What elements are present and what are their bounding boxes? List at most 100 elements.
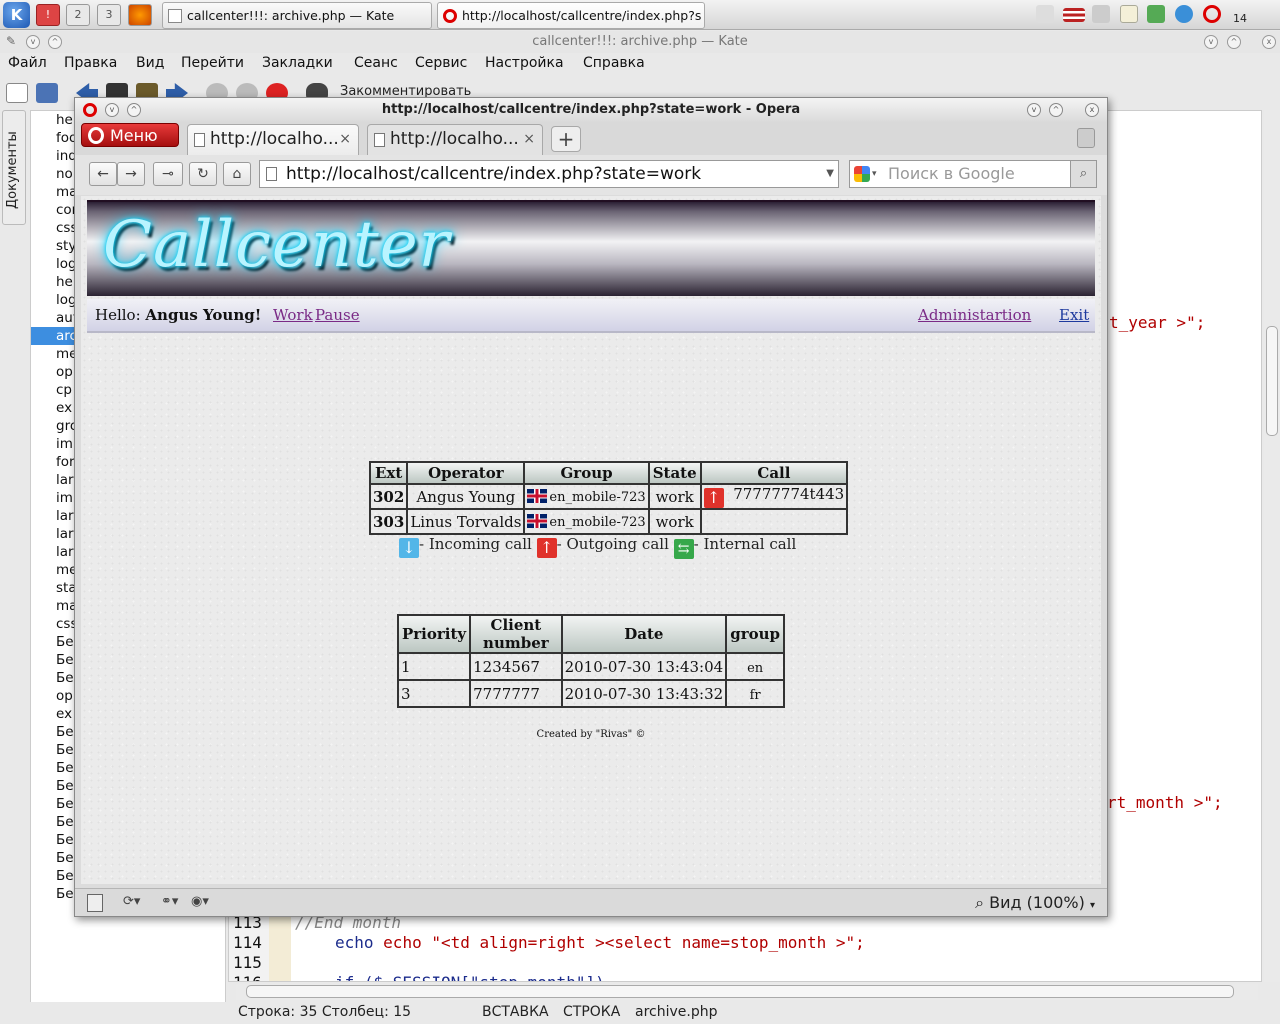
menu-file[interactable]: Файл <box>8 55 47 71</box>
close-tab-icon[interactable]: × <box>523 125 535 154</box>
chevron-down-icon: ▾ <box>1089 900 1095 911</box>
outgoing-call-icon: ↑ <box>536 538 557 558</box>
firefox-launcher-icon[interactable] <box>128 4 152 26</box>
key-icon[interactable]: ⊸ <box>153 162 183 186</box>
opera-minimize-button[interactable]: v <box>1027 103 1041 117</box>
vertical-scroll-thumb[interactable] <box>1266 326 1278 436</box>
menu-bookmarks[interactable]: Закладки <box>262 55 333 71</box>
sync-icon[interactable]: ⟳▾ <box>123 894 140 912</box>
call-type-legend: ↓ - Incoming call ↑ - Outgoing call ⇆ - Int… <box>399 535 796 559</box>
tab-2[interactable]: http://localho... × <box>367 124 543 155</box>
keyboard-layout-flag-icon[interactable] <box>1063 8 1085 22</box>
page-icon <box>374 133 385 147</box>
web-page: Callcenter Hello: Angus Young! Work Paus… <box>81 196 1101 884</box>
group-name: en_mobile-723 <box>549 489 646 505</box>
notification-icon[interactable]: ! <box>36 4 60 26</box>
documents-side-tab[interactable]: Документы <box>2 110 26 225</box>
forward-button[interactable]: → <box>117 162 145 186</box>
administration-link[interactable]: Administartion <box>918 306 1031 324</box>
menu-edit[interactable]: Правка <box>64 55 117 71</box>
unite-icon[interactable]: ⚭▾ <box>161 894 178 912</box>
table-row: 3 7777777 2010-07-30 13:43:32 fr <box>396 679 785 708</box>
trash-icon[interactable] <box>1077 128 1095 148</box>
table-header-row: Ext Operator Group State Call <box>368 461 849 485</box>
back-button[interactable]: ← <box>89 162 117 186</box>
kde-menu-icon[interactable]: K <box>3 2 30 28</box>
opera-menu-button[interactable]: Меню <box>81 123 179 147</box>
update-icon[interactable] <box>1175 5 1193 23</box>
greeting: Hello: Angus Young! <box>95 306 261 324</box>
google-icon[interactable] <box>854 166 870 182</box>
user-name: Angus Young! <box>145 306 262 324</box>
exit-link[interactable]: Exit <box>1059 306 1089 324</box>
reload-button[interactable]: ↻ <box>189 162 217 186</box>
insert-mode[interactable]: ВСТАВКА <box>482 1004 549 1020</box>
tab-1[interactable]: http://localho... × <box>187 124 359 155</box>
opera-close-button[interactable]: x <box>1085 103 1099 117</box>
tab-2-label: http://localho... <box>390 129 519 149</box>
documents-tab-label: Документы <box>5 131 20 209</box>
client-number-cell: 1234567 <box>469 652 563 681</box>
code-line: echo echo "<td align=right ><select name… <box>335 933 865 952</box>
date-cell: 2010-07-30 13:43:04 <box>560 652 728 681</box>
editor-horizontal-scrollbar[interactable] <box>236 984 1258 1000</box>
horizontal-scroll-thumb[interactable] <box>246 985 1234 998</box>
chevron-down-icon[interactable]: ▼ <box>826 161 834 187</box>
opera-keep-above-button[interactable]: ^ <box>127 103 141 117</box>
menu-help[interactable]: Справка <box>583 55 645 71</box>
kate-maximize-button[interactable]: ^ <box>1227 35 1241 49</box>
kate-minimize-button[interactable]: v <box>1204 35 1218 49</box>
clipboard-icon[interactable] <box>1120 5 1138 23</box>
opera-status-bar: ⟳▾ ⚭▾ ◉▾ ⌕ Вид (100%) ▾ <box>75 888 1107 916</box>
volume-icon[interactable] <box>1092 5 1110 23</box>
zoom-control[interactable]: ⌕ Вид (100%) ▾ <box>975 893 1095 913</box>
column-header: group <box>725 614 785 654</box>
clock[interactable]: 14 <box>1233 12 1247 25</box>
task-kate[interactable]: callcenter!!!: archive.php — Kate <box>162 2 432 29</box>
editor-vertical-scrollbar[interactable] <box>1264 110 1280 982</box>
opera-window-menu-button[interactable]: v <box>105 103 119 117</box>
menu-tools[interactable]: Сервис <box>415 55 467 71</box>
desktop-2-button[interactable]: 2 <box>66 4 90 26</box>
close-tab-icon[interactable]: × <box>339 125 351 154</box>
file-name: archive.php <box>635 1004 718 1020</box>
search-icon[interactable]: ⌕ <box>1070 161 1096 187</box>
menu-go[interactable]: Перейти <box>181 55 244 71</box>
kate-keep-above-button[interactable]: ^ <box>48 35 62 49</box>
home-button[interactable]: ⌂ <box>223 162 251 186</box>
new-file-icon[interactable] <box>6 83 28 103</box>
kate-menu-button[interactable]: v <box>26 35 40 49</box>
kate-app-icon: ✎ <box>5 34 17 48</box>
legend-outgoing: - Outgoing call <box>556 535 669 553</box>
network-icon[interactable] <box>1147 5 1165 23</box>
client-number-cell: 7777777 <box>469 679 563 708</box>
opera-nav-bar: ← → ⊸ ↻ ⌂ http://localhost/callcentre/in… <box>75 155 1107 195</box>
table-header-row: Priority Client number Date group <box>396 614 785 654</box>
group-cell: fr <box>725 679 785 708</box>
print-icon[interactable] <box>36 83 58 103</box>
menu-view[interactable]: Вид <box>136 55 164 71</box>
task-opera[interactable]: http://localhost/callcentre/index.php?s <box>437 2 705 29</box>
opera-menu-label: Меню <box>110 126 158 145</box>
kate-close-button[interactable]: x <box>1262 35 1276 49</box>
opera-maximize-button[interactable]: ^ <box>1049 103 1063 117</box>
address-bar[interactable]: http://localhost/callcentre/index.php?st… <box>259 160 839 188</box>
turbo-icon[interactable]: ◉▾ <box>191 894 209 912</box>
work-link[interactable]: Work <box>273 306 313 324</box>
desktop-3-button[interactable]: 3 <box>97 4 121 26</box>
search-input[interactable]: ▾ Поиск в Google ⌕ <box>849 160 1097 188</box>
opera-tray-icon[interactable] <box>1203 5 1221 23</box>
code-keyword: echo <box>335 933 384 952</box>
pause-link[interactable]: Pause <box>315 306 360 324</box>
tray-arrow-icon[interactable] <box>1036 5 1054 23</box>
panel-toggle-icon[interactable] <box>87 894 103 912</box>
menu-session[interactable]: Сеанс <box>354 55 398 71</box>
menu-settings[interactable]: Настройка <box>485 55 564 71</box>
hello-label: Hello: <box>95 306 141 324</box>
page-icon <box>266 167 277 181</box>
search-engine-chevron-icon[interactable]: ▾ <box>872 161 877 187</box>
selection-mode[interactable]: СТРОКА <box>563 1004 620 1020</box>
new-tab-button[interactable]: + <box>551 126 581 152</box>
kate-task-icon <box>168 9 182 23</box>
queue-table: Priority Client number Date group 1 1234… <box>396 614 785 708</box>
